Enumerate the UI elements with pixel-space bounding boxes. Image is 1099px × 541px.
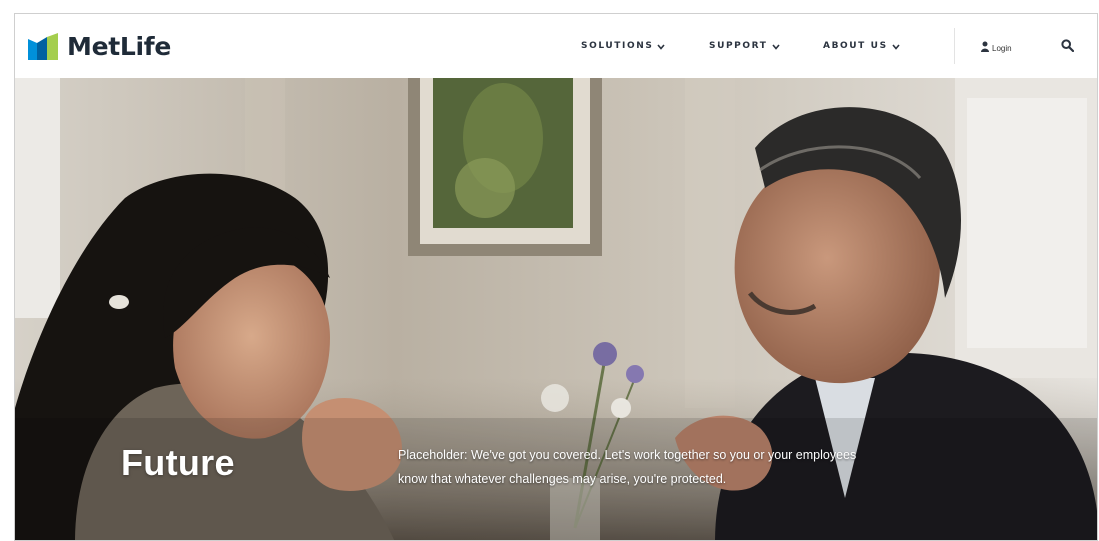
nav-about-us-label: ABOUT US bbox=[823, 41, 888, 51]
page-frame: MetLife SOLUTIONS SUPPORT ABOUT US Login… bbox=[14, 13, 1098, 541]
nav-about-us[interactable]: ABOUT US bbox=[823, 41, 900, 51]
site-header: MetLife SOLUTIONS SUPPORT ABOUT US Login bbox=[15, 14, 1097, 78]
nav-support[interactable]: SUPPORT bbox=[709, 41, 780, 51]
search-icon[interactable] bbox=[1061, 39, 1075, 53]
hero-description-line-2: know that whatever challenges may arise,… bbox=[398, 472, 727, 486]
chevron-down-icon bbox=[892, 43, 900, 50]
nav-support-label: SUPPORT bbox=[709, 41, 768, 51]
chevron-down-icon bbox=[657, 43, 666, 50]
nav-solutions-label: SOLUTIONS bbox=[581, 41, 654, 51]
nav-solutions[interactable]: SOLUTIONS bbox=[581, 41, 666, 51]
login-label: Login bbox=[992, 43, 1012, 53]
main-nav: SOLUTIONS SUPPORT ABOUT US bbox=[15, 41, 1097, 55]
header-divider bbox=[954, 28, 955, 64]
hero-description-line-1: Placeholder: We've got you covered. Let'… bbox=[398, 448, 857, 462]
hero-banner: Future Placeholder: We've got you covere… bbox=[15, 78, 1097, 540]
login-link[interactable]: Login bbox=[981, 39, 1012, 57]
chevron-down-icon bbox=[771, 43, 780, 50]
hero-description: Placeholder: We've got you covered. Let'… bbox=[398, 443, 1008, 491]
hero-title: Future bbox=[121, 442, 235, 483]
user-icon bbox=[981, 39, 989, 57]
